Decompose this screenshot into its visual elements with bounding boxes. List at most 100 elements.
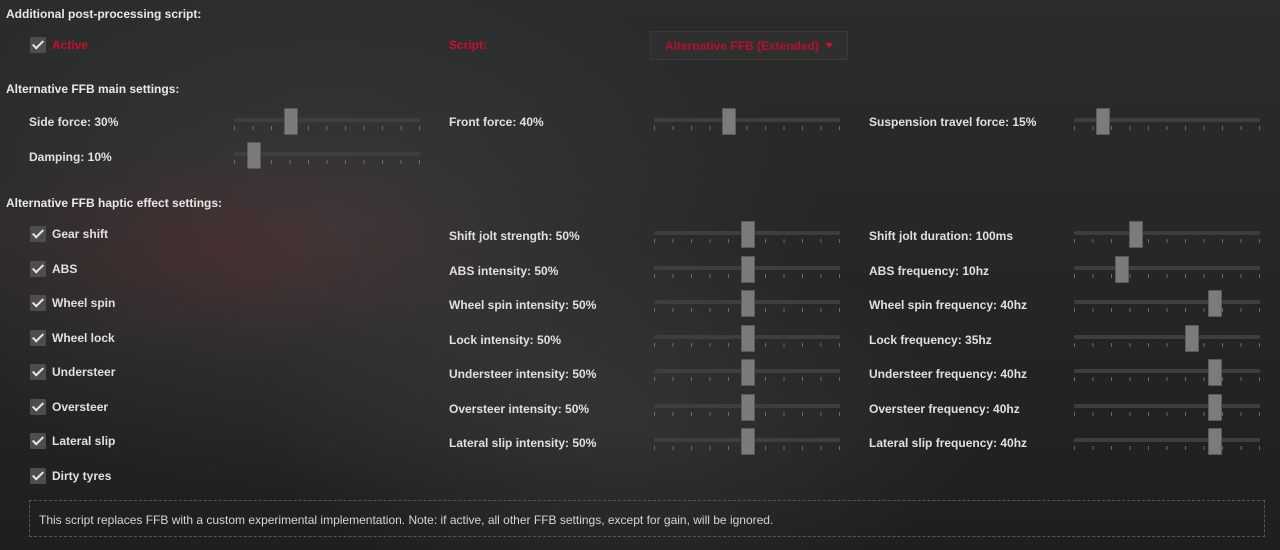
- active-checkbox[interactable]: [30, 37, 46, 53]
- suspension-travel-force-label: Suspension travel force: 15%: [869, 115, 1037, 129]
- slider-thumb[interactable]: [741, 394, 755, 421]
- slider-track: [1074, 266, 1260, 270]
- understeer-frequency-label: Understeer frequency: 40hz: [869, 367, 1028, 381]
- understeer-intensity-slider[interactable]: [654, 359, 840, 392]
- wheel-spin-label: Wheel spin: [52, 296, 116, 310]
- wheel-spin-intensity-label: Wheel spin intensity: 50%: [449, 298, 597, 312]
- oversteer-frequency-slider[interactable]: [1074, 394, 1260, 427]
- gear-shift-checkbox[interactable]: [30, 226, 46, 242]
- slider-thumb[interactable]: [741, 428, 755, 455]
- slider-thumb[interactable]: [1207, 290, 1222, 317]
- slider-thumb[interactable]: [1129, 221, 1144, 248]
- abs-frequency-label: ABS frequency: 10hz: [869, 264, 990, 278]
- slider-ticks: [1074, 274, 1260, 278]
- side-force-slider[interactable]: [234, 108, 420, 141]
- damping-label: Damping: 10%: [29, 150, 112, 164]
- understeer-intensity-label: Understeer intensity: 50%: [449, 367, 597, 381]
- abs-intensity-slider[interactable]: [654, 256, 840, 289]
- script-dropdown[interactable]: Alternative FFB (Extended): [650, 31, 848, 60]
- wheel-spin-frequency-label: Wheel spin frequency: 40hz: [869, 298, 1028, 312]
- shift-jolt-duration-slider[interactable]: [1074, 221, 1260, 254]
- slider-ticks: [1074, 446, 1260, 450]
- lateral-slip-frequency-slider[interactable]: [1074, 428, 1260, 461]
- lock-frequency-label: Lock frequency: 35hz: [869, 333, 992, 347]
- lateral-slip-label: Lateral slip: [52, 434, 116, 448]
- slider-thumb[interactable]: [1207, 359, 1222, 386]
- slider-ticks: [1074, 239, 1260, 243]
- understeer-frequency-slider[interactable]: [1074, 359, 1260, 392]
- wheel-lock-checkbox[interactable]: [30, 330, 46, 346]
- main-settings-title: Alternative FFB main settings:: [6, 82, 180, 96]
- wheel-spin-intensity-slider[interactable]: [654, 290, 840, 323]
- slider-thumb[interactable]: [1207, 394, 1222, 421]
- lateral-slip-checkbox[interactable]: [30, 433, 46, 449]
- damping-slider[interactable]: [234, 142, 420, 175]
- slider-ticks: [1074, 412, 1260, 416]
- dirty-tyres-label: Dirty tyres: [52, 469, 112, 483]
- lateral-slip-intensity-label: Lateral slip intensity: 50%: [449, 436, 597, 450]
- slider-thumb[interactable]: [722, 108, 737, 135]
- abs-label: ABS: [52, 262, 78, 276]
- shift-jolt-duration-label: Shift jolt duration: 100ms: [869, 229, 1014, 243]
- chevron-down-icon: [825, 43, 834, 48]
- slider-track: [1074, 369, 1260, 373]
- wheel-spin-frequency-slider[interactable]: [1074, 290, 1260, 323]
- lock-intensity-slider[interactable]: [654, 325, 840, 358]
- slider-thumb[interactable]: [1185, 325, 1200, 352]
- abs-frequency-slider[interactable]: [1074, 256, 1260, 289]
- slider-thumb[interactable]: [1114, 256, 1129, 283]
- slider-track: [234, 152, 420, 156]
- lateral-slip-frequency-label: Lateral slip frequency: 40hz: [869, 436, 1028, 450]
- slider-ticks: [1074, 343, 1260, 347]
- slider-thumb[interactable]: [283, 108, 298, 135]
- slider-track: [1074, 231, 1260, 235]
- front-force-label: Front force: 40%: [449, 115, 544, 129]
- suspension-travel-force-slider[interactable]: [1074, 108, 1260, 141]
- info-note: This script replaces FFB with a custom e…: [29, 500, 1265, 537]
- slider-track: [1074, 404, 1260, 408]
- active-label: Active: [52, 38, 89, 52]
- side-force-label: Side force: 30%: [29, 115, 119, 129]
- slider-ticks: [234, 160, 420, 164]
- oversteer-label: Oversteer: [52, 400, 109, 414]
- slider-track: [654, 118, 840, 122]
- post-processing-title: Additional post-processing script:: [6, 7, 202, 21]
- wheel-spin-checkbox[interactable]: [30, 295, 46, 311]
- slider-track: [1074, 438, 1260, 442]
- wheel-lock-label: Wheel lock: [52, 331, 115, 345]
- oversteer-frequency-label: Oversteer frequency: 40hz: [869, 402, 1020, 416]
- script-dropdown-value: Alternative FFB (Extended): [664, 38, 820, 53]
- understeer-checkbox[interactable]: [30, 364, 46, 380]
- lock-intensity-label: Lock intensity: 50%: [449, 333, 562, 347]
- info-note-text: This script replaces FFB with a custom e…: [39, 513, 774, 527]
- slider-ticks: [654, 126, 840, 130]
- oversteer-checkbox[interactable]: [30, 399, 46, 415]
- slider-ticks: [1074, 308, 1260, 312]
- abs-intensity-label: ABS intensity: 50%: [449, 264, 559, 278]
- slider-track: [1074, 335, 1260, 339]
- slider-thumb[interactable]: [741, 290, 755, 317]
- slider-thumb[interactable]: [741, 256, 755, 283]
- slider-thumb[interactable]: [1207, 428, 1222, 455]
- dirty-tyres-checkbox[interactable]: [30, 468, 46, 484]
- slider-thumb[interactable]: [741, 359, 755, 386]
- shift-jolt-strength-label: Shift jolt strength: 50%: [449, 229, 580, 243]
- slider-thumb[interactable]: [741, 325, 755, 352]
- haptic-settings-title: Alternative FFB haptic effect settings:: [6, 196, 223, 210]
- front-force-slider[interactable]: [654, 108, 840, 141]
- abs-checkbox[interactable]: [30, 261, 46, 277]
- slider-ticks: [234, 126, 420, 130]
- slider-ticks: [1074, 377, 1260, 381]
- lateral-slip-intensity-slider[interactable]: [654, 428, 840, 461]
- slider-thumb[interactable]: [246, 142, 261, 169]
- gear-shift-label: Gear shift: [52, 227, 109, 241]
- oversteer-intensity-label: Oversteer intensity: 50%: [449, 402, 590, 416]
- understeer-label: Understeer: [52, 365, 116, 379]
- slider-thumb[interactable]: [741, 221, 755, 248]
- lock-frequency-slider[interactable]: [1074, 325, 1260, 358]
- shift-jolt-strength-slider[interactable]: [654, 221, 840, 254]
- slider-thumb[interactable]: [1095, 108, 1110, 135]
- script-label: Script:: [449, 38, 488, 52]
- slider-track: [234, 118, 420, 122]
- oversteer-intensity-slider[interactable]: [654, 394, 840, 427]
